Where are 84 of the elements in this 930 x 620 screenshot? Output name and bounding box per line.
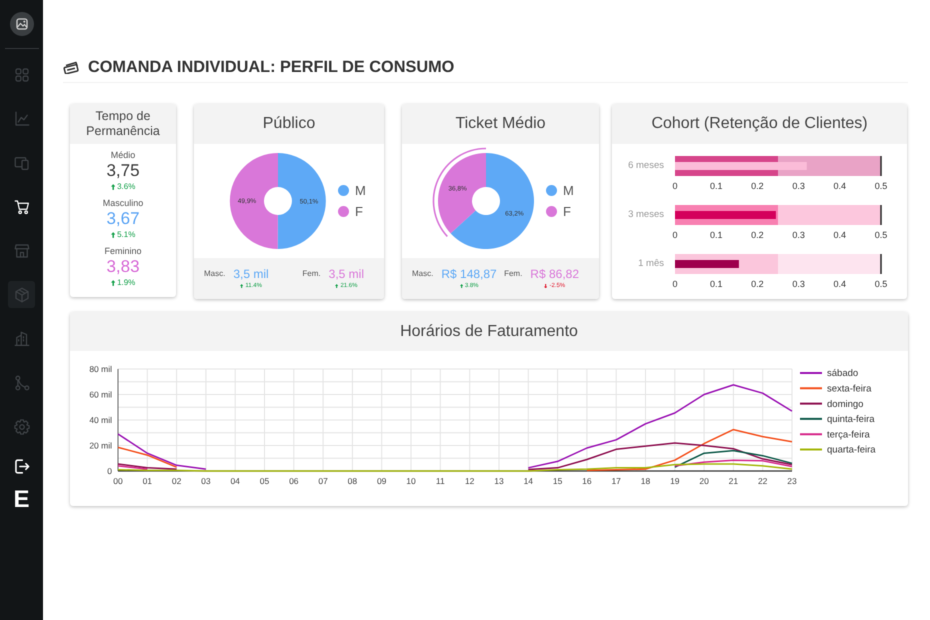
axis-tick-label: 80 mil bbox=[89, 364, 112, 374]
axis-tick-label: 0.5 bbox=[874, 230, 888, 240]
axis-tick-label: 14 bbox=[524, 476, 534, 486]
axis-tick-label: 13 bbox=[494, 476, 504, 486]
axis-tick-label: 20 mil bbox=[89, 440, 112, 450]
stat-label: Feminino bbox=[104, 245, 142, 257]
axis-tick-label: 05 bbox=[260, 476, 270, 486]
axis-tick-label: 23 bbox=[787, 476, 797, 486]
axis-tick-label: 0.2 bbox=[751, 181, 764, 191]
axis-tick-label: 03 bbox=[201, 476, 211, 486]
axis-tick-label: 0.5 bbox=[874, 181, 888, 191]
stat-value: 3,83 bbox=[106, 257, 140, 277]
legend-label: sábado bbox=[827, 368, 858, 380]
axis-tick-label: 0 bbox=[672, 279, 678, 289]
legend-label: M bbox=[355, 184, 366, 197]
change-text: 5.1% bbox=[117, 229, 136, 240]
axis-tick-label: 0.5 bbox=[874, 279, 888, 289]
axis-tick-label: 0 bbox=[672, 181, 678, 191]
axis-tick-label: 0 bbox=[672, 230, 678, 240]
stat-label: Masculino bbox=[102, 197, 144, 209]
change-text: 3.6% bbox=[117, 181, 136, 192]
axis-tick-label: 06 bbox=[289, 476, 299, 486]
axis-tick-label: 22 bbox=[758, 476, 768, 486]
footer-label: Fem. bbox=[302, 268, 321, 278]
axis-tick-label: 0.4 bbox=[834, 181, 846, 191]
axis-tick-label: 0.3 bbox=[792, 230, 805, 240]
axis-tick-label: 0 bbox=[107, 466, 112, 476]
stat-label: Médio bbox=[110, 149, 136, 161]
axis-tick-label: 07 bbox=[318, 476, 328, 486]
footer-value: R$ 86,82 bbox=[530, 267, 579, 282]
card-title: Ticket Médio bbox=[455, 115, 546, 133]
axis-tick-label: 0.4 bbox=[834, 279, 846, 289]
axis-tick-label: 04 bbox=[230, 476, 240, 486]
axis-tick-label: 0.3 bbox=[792, 181, 805, 191]
legend-label: quarta-feira bbox=[827, 444, 876, 456]
axis-tick-label: 10 bbox=[406, 476, 416, 486]
axis-tick-label: 09 bbox=[376, 476, 386, 486]
footer-value: R$ 148,87 bbox=[441, 267, 497, 282]
axis-tick-label: 08 bbox=[348, 476, 358, 486]
card-title: Horários de Faturamento bbox=[400, 322, 578, 340]
footer-label: Fem. bbox=[504, 268, 522, 278]
axis-tick-label: 0.1 bbox=[710, 230, 722, 240]
legend-label: quinta-feira bbox=[827, 414, 875, 426]
legend-label: F bbox=[563, 205, 571, 218]
legend-label: F bbox=[355, 205, 363, 218]
legend-label: M bbox=[563, 184, 574, 197]
axis-tick-label: 19 bbox=[670, 476, 680, 486]
axis-tick-label: 60 mil bbox=[89, 390, 112, 400]
footer-label: Masc. bbox=[204, 268, 226, 278]
card-title: Tempo de Permanência bbox=[85, 109, 161, 139]
axis-tick-label: 12 bbox=[464, 476, 474, 486]
axis-tick-label: 20 bbox=[699, 476, 709, 486]
axis-tick-label: 0.3 bbox=[792, 279, 805, 289]
row-label: 6 meses bbox=[627, 159, 664, 173]
row-label: 3 meses bbox=[627, 208, 664, 222]
axis-tick-label: 16 bbox=[582, 476, 592, 486]
legend-label: terça-feira bbox=[827, 429, 870, 440]
axis-tick-label: 00 bbox=[113, 476, 123, 486]
change-text: 1.9% bbox=[117, 277, 136, 288]
legend-label: domingo bbox=[827, 398, 864, 410]
axis-tick-label: 21 bbox=[728, 476, 738, 486]
row-label: 1 mês bbox=[637, 257, 664, 271]
axis-tick-label: 0.4 bbox=[834, 230, 846, 240]
logo: E bbox=[13, 488, 30, 512]
footer-value: 3,5 mil bbox=[328, 267, 364, 282]
axis-tick-label: 01 bbox=[142, 476, 152, 486]
axis-tick-label: 17 bbox=[611, 476, 621, 486]
legend-label: sexta-feira bbox=[827, 384, 872, 394]
footer-label: Masc. bbox=[412, 268, 434, 278]
page-title: COMANDA INDIVIDUAL: PERFIL DE CONSUMO bbox=[88, 58, 454, 76]
card-title: Cohort (Retenção de Clientes) bbox=[651, 115, 868, 133]
axis-tick-label: 0.2 bbox=[751, 230, 764, 240]
card-title: Público bbox=[262, 115, 316, 133]
axis-tick-label: 18 bbox=[640, 476, 650, 486]
axis-tick-label: 40 mil bbox=[89, 415, 112, 425]
axis-tick-label: 0.1 bbox=[710, 181, 722, 191]
footer-value: 3,5 mil bbox=[233, 267, 269, 282]
axis-tick-label: 0.2 bbox=[751, 279, 764, 289]
stat-value: 3,67 bbox=[106, 209, 140, 229]
axis-tick-label: 11 bbox=[436, 476, 445, 486]
axis-tick-label: 15 bbox=[552, 476, 562, 486]
stat-value: 3,75 bbox=[106, 161, 140, 181]
axis-tick-label: 0.1 bbox=[710, 279, 722, 289]
axis-tick-label: 02 bbox=[172, 476, 182, 486]
